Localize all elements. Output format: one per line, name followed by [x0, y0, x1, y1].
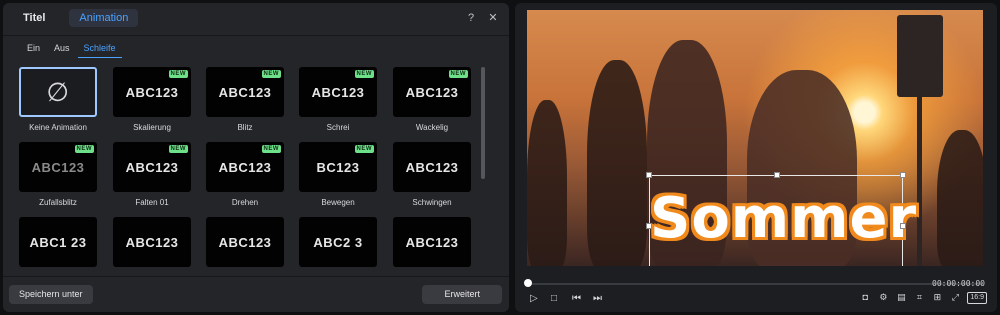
next-frame-icon[interactable]: ⏭ [593, 293, 602, 305]
animation-preview[interactable]: ABC123 NEW [113, 67, 191, 117]
animation-label: Keine Animation [29, 123, 87, 132]
animation-preview[interactable]: ABC1 23 [19, 217, 97, 267]
animation-label: Drehen [231, 198, 259, 207]
preview-panel: Sommer 00:00:00:00 ▷ □ ⏮ ⏭ ◘ ⚙ ▤ ⌗ ⊞ ⤢ 1… [515, 3, 997, 312]
animation-label: Schrei [326, 123, 350, 132]
layout-icon[interactable]: ⊞ [931, 292, 943, 304]
animation-label: Wackelig [415, 123, 449, 132]
timecode: 00:00:00:00 [932, 279, 985, 288]
animation-item[interactable]: ∅ Keine Animation [19, 67, 97, 132]
resize-handle[interactable] [646, 172, 652, 178]
animation-label: Falten 01 [135, 198, 169, 207]
animation-item[interactable]: ABC123 [393, 217, 471, 267]
new-badge: NEW [448, 70, 468, 78]
previous-frame-icon[interactable]: ⏮ [572, 293, 581, 305]
animation-item[interactable]: ABC123 NEW Zufallsblitz [19, 142, 97, 207]
video-preview[interactable]: Sommer [527, 10, 983, 266]
new-badge: NEW [261, 145, 281, 153]
speaker-pole [917, 97, 922, 266]
aspect-ratio-button[interactable]: 16:9 [967, 292, 987, 304]
animation-item[interactable]: ABC1 23 [19, 217, 97, 267]
person-silhouette [527, 100, 567, 266]
animation-preview[interactable]: ABC123 [113, 217, 191, 267]
animation-item[interactable]: ABC123 NEW Falten 01 [113, 142, 191, 207]
snapshot-icon[interactable]: ◘ [859, 292, 871, 304]
animation-label: Zufallsblitz [39, 198, 77, 207]
settings-icon[interactable]: ⚙ [877, 292, 889, 304]
person-silhouette [937, 130, 983, 266]
animation-item[interactable]: BC123 NEW Bewegen [299, 142, 377, 207]
animation-preview[interactable]: ∅ [19, 67, 97, 117]
person-silhouette [587, 60, 647, 266]
resize-handle[interactable] [900, 172, 906, 178]
title-text-box[interactable]: Sommer [646, 172, 916, 266]
animation-preview[interactable]: ABC123 [393, 217, 471, 267]
animation-preview[interactable]: ABC123 NEW [299, 67, 377, 117]
resize-handle[interactable] [900, 223, 906, 229]
scrollbar[interactable] [481, 67, 485, 179]
animation-item[interactable]: ABC2 3 [299, 217, 377, 267]
panel-tabs: Titel Animation ? ✕ [3, 3, 509, 33]
advanced-button[interactable]: Erweitert [422, 285, 502, 304]
stop-icon[interactable]: □ [551, 293, 557, 305]
tab-animation[interactable]: Animation [69, 9, 139, 27]
fullscreen-icon[interactable]: ⤢ [949, 292, 961, 304]
title-text[interactable]: Sommer [650, 186, 916, 251]
help-icon[interactable]: ? [465, 11, 477, 25]
playhead[interactable] [524, 279, 532, 287]
animation-label: Skalierung [133, 123, 171, 132]
animation-preview[interactable]: ABC2 3 [299, 217, 377, 267]
animation-label: Blitz [237, 123, 253, 132]
animation-preview[interactable]: ABC123 NEW [393, 67, 471, 117]
animation-item[interactable]: ABC123 NEW Skalierung [113, 67, 191, 132]
new-badge: NEW [354, 70, 374, 78]
new-badge: NEW [354, 145, 374, 153]
animation-label: Schwingen [412, 198, 452, 207]
close-icon[interactable]: ✕ [487, 11, 499, 25]
new-badge: NEW [261, 70, 281, 78]
resize-handle[interactable] [646, 223, 652, 229]
animation-subtabs: Ein Aus Schleife [21, 41, 122, 58]
divider [3, 35, 509, 36]
title-animation-panel: Titel Animation ? ✕ Ein Aus Schleife ∅ Ke… [3, 3, 509, 312]
animation-item[interactable]: ABC123 NEW Blitz [206, 67, 284, 132]
new-badge: NEW [168, 70, 188, 78]
animation-preview[interactable]: ABC123 [393, 142, 471, 192]
new-badge: NEW [74, 145, 94, 153]
subtab-in[interactable]: Ein [21, 41, 46, 58]
animation-item[interactable]: ABC123 [113, 217, 191, 267]
speaker-silhouette [897, 15, 943, 97]
subtab-loop[interactable]: Schleife [77, 41, 122, 58]
animation-item[interactable]: ABC123 NEW Drehen [206, 142, 284, 207]
animation-preview[interactable]: ABC123 NEW [206, 142, 284, 192]
animation-item[interactable]: ABC123 [206, 217, 284, 267]
animation-preview[interactable]: ABC123 [206, 217, 284, 267]
resize-handle[interactable] [774, 172, 780, 178]
animation-preview[interactable]: ABC123 NEW [206, 67, 284, 117]
panel-footer: Speichern unter Erweitert [3, 276, 509, 312]
subtab-out[interactable]: Aus [48, 41, 76, 58]
new-badge: NEW [168, 145, 188, 153]
animation-preview[interactable]: ABC123 NEW [19, 142, 97, 192]
timeline-track[interactable] [527, 283, 983, 285]
subtitle-icon[interactable]: ▤ [895, 292, 907, 304]
preview-toolbar: ◘ ⚙ ▤ ⌗ ⊞ ⤢ 16:9 [859, 292, 987, 304]
crop-icon[interactable]: ⌗ [913, 292, 925, 304]
animation-preview[interactable]: ABC123 NEW [113, 142, 191, 192]
animation-item[interactable]: ABC123 NEW Schrei [299, 67, 377, 132]
save-as-button[interactable]: Speichern unter [9, 285, 93, 304]
app-root: Titel Animation ? ✕ Ein Aus Schleife ∅ Ke… [0, 0, 1000, 315]
animation-item[interactable]: ABC123 Schwingen [393, 142, 471, 207]
animation-item[interactable]: ABC123 NEW Wackelig [393, 67, 471, 132]
animation-grid: ∅ Keine Animation ABC123 NEW Skalierung ABC12… [19, 67, 473, 273]
animation-label: Bewegen [321, 198, 355, 207]
tab-title[interactable]: Titel [13, 9, 55, 27]
animation-preview[interactable]: BC123 NEW [299, 142, 377, 192]
play-icon[interactable]: ▷ [530, 293, 538, 305]
